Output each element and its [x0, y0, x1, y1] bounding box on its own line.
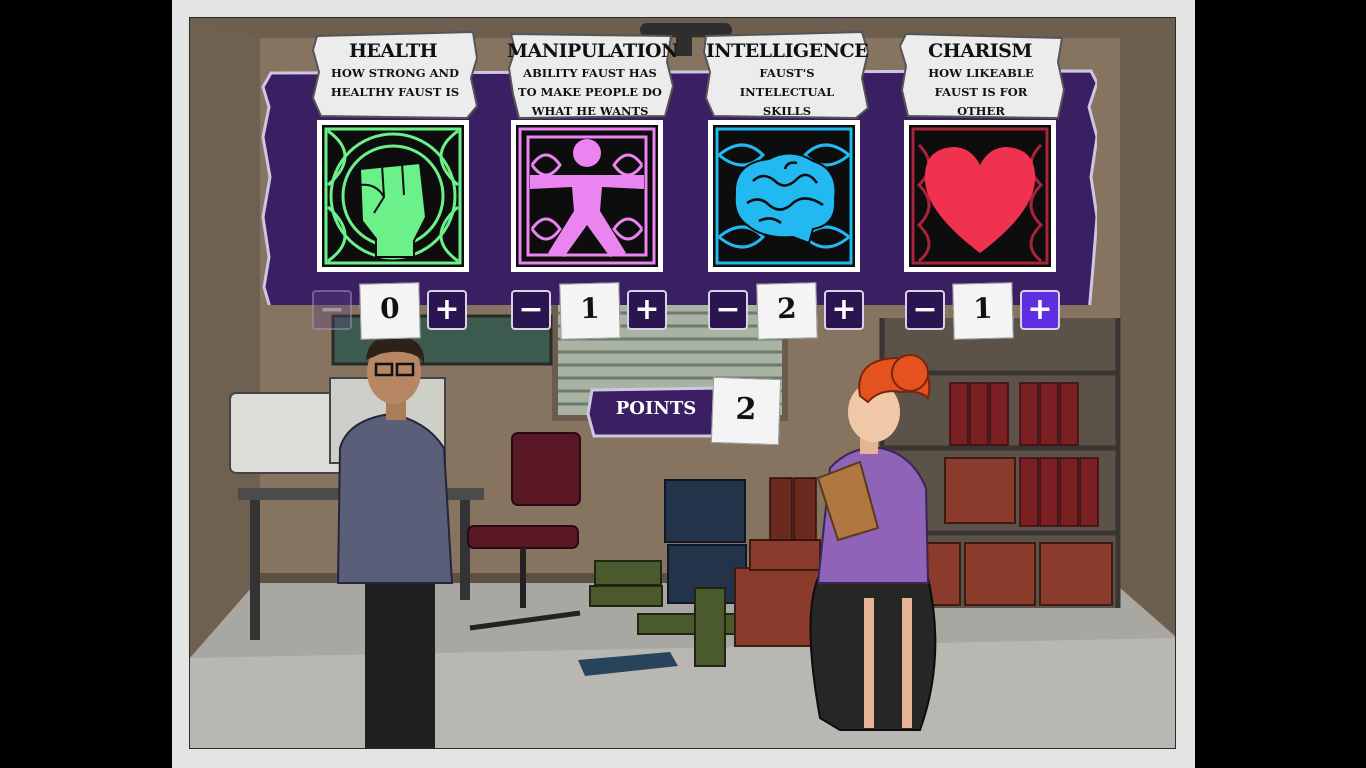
points-label: POINTS — [615, 398, 697, 419]
charism-plus-button[interactable]: + — [1020, 290, 1060, 330]
charism-emblem — [904, 120, 1056, 272]
intelligence-value: 2 — [756, 282, 818, 340]
health-plus-button[interactable]: + — [427, 290, 467, 330]
stat-description: HOW STRONG AND HEALTHY FAUST IS — [330, 66, 460, 99]
health-emblem — [317, 120, 469, 272]
stat-title: MANIPULATION — [507, 40, 678, 62]
charism-minus-button[interactable]: − — [905, 290, 945, 330]
charism-value: 1 — [952, 282, 1014, 340]
points-label-box: POINTS — [586, 386, 726, 438]
intelligence-plus-button[interactable]: + — [824, 290, 864, 330]
stat-description: ABILITY FAUST HAS TO MAKE PEOPLE DO WHAT… — [518, 66, 662, 118]
human-figure-icon — [516, 125, 658, 267]
heart-icon — [909, 125, 1051, 267]
intelligence-emblem — [708, 120, 860, 272]
stat-title: HEALTH — [348, 40, 438, 62]
manipulation-plus-button[interactable]: + — [627, 290, 667, 330]
manipulation-value: 1 — [559, 282, 621, 340]
stat-description: FAUST'S INTELECTUAL SKILLS — [739, 66, 835, 118]
manipulation-emblem — [511, 120, 663, 272]
points-value: 2 — [710, 376, 782, 446]
intelligence-minus-button[interactable]: − — [708, 290, 748, 330]
brain-icon — [713, 125, 855, 267]
manipulation-minus-button[interactable]: − — [511, 290, 551, 330]
fist-icon — [322, 125, 464, 267]
health-value: 0 — [359, 282, 421, 340]
stat-title: CHARISM — [928, 40, 1032, 62]
stat-title: INTELLIGENCE — [705, 40, 869, 62]
health-minus-button[interactable]: − — [312, 290, 352, 330]
